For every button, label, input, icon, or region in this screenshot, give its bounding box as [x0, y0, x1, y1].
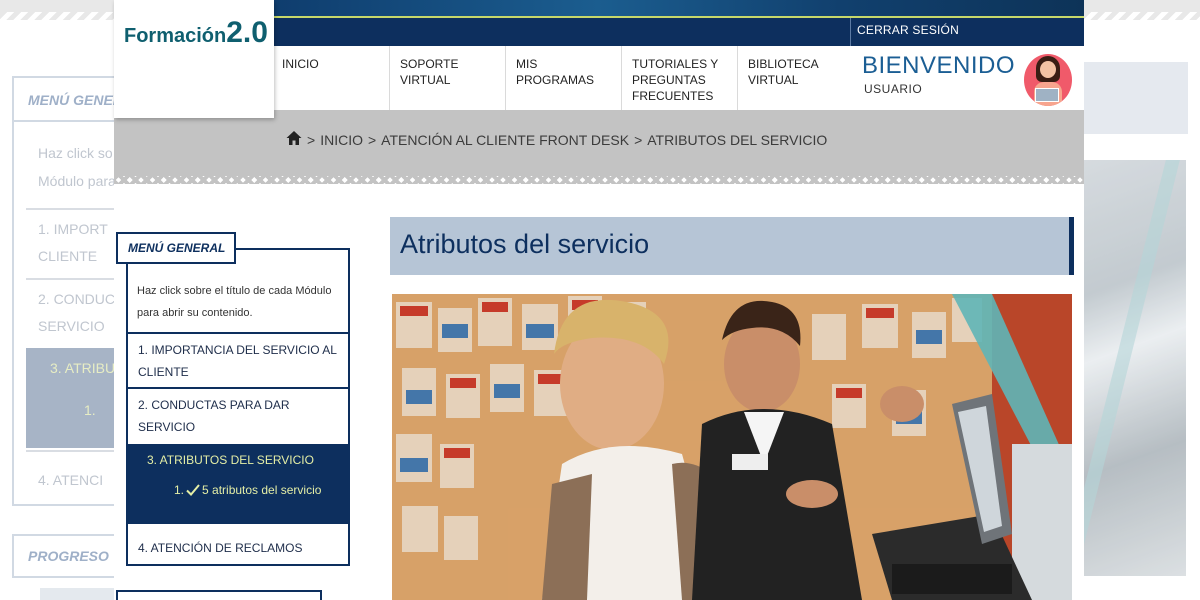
user-name: USUARIO [864, 82, 923, 96]
breadcrumb-separator: > [634, 132, 643, 148]
avatar-laptop [1035, 88, 1059, 102]
logo-word: Formación [124, 25, 227, 47]
page-title: Atributos del servicio [400, 229, 650, 259]
menu-module-4[interactable]: 4. ATENCIÓN DE RECLAMOS [138, 537, 348, 559]
main-page: CERRAR SESIÓN Formación2.0 INICIO SOPORT… [114, 0, 1084, 600]
menu-module-2[interactable]: 2. CONDUCTAS PARA DAR SERVICIO [138, 394, 348, 438]
logo-text: Formación2.0 [124, 16, 268, 50]
breadcrumb-current: ATRIBUTOS DEL SERVICIO [647, 132, 828, 148]
welcome-title: BIENVENIDO [862, 52, 1016, 79]
ghost-active-sub: 1. [84, 402, 96, 418]
ghost-progress-title: PROGRESO [12, 534, 114, 578]
menu-module-3[interactable]: 3. ATRIBUTOS DEL SERVICIO [147, 450, 314, 470]
ghost-separator [26, 278, 114, 280]
ghost-active-label: 3. ATRIBU [50, 360, 114, 376]
user-bar: CERRAR SESIÓN [274, 18, 1084, 46]
breadcrumb-separator: > [367, 132, 377, 148]
menu-separator [126, 522, 350, 524]
ghost-menu-title: MENÚ GENERAL [12, 76, 114, 122]
menu-submodule-1[interactable]: 1. 5 atributos del servicio [174, 483, 321, 497]
breadcrumb-zigzag [114, 176, 1084, 184]
ghost-help-line: Módulo para [38, 173, 114, 189]
ghost-photo [1084, 160, 1186, 576]
breadcrumb-front-desk[interactable]: ATENCIÓN AL CLIENTE FRONT DESK [381, 132, 629, 148]
avatar-face [1040, 61, 1056, 78]
nav-item-inicio[interactable]: INICIO [274, 46, 390, 110]
menu-title: MENÚ GENERAL [116, 232, 236, 264]
ghost-menu-item: 1. IMPORT [38, 221, 108, 237]
background-ghost-right [1084, 0, 1200, 600]
logo-version: 2.0 [226, 16, 268, 49]
breadcrumb-inicio[interactable]: INICIO [320, 132, 363, 148]
header-banner [274, 0, 1084, 18]
service-photo-illustration [392, 294, 1072, 600]
submodule-label: 5 atributos del servicio [202, 483, 322, 497]
logout-link[interactable]: CERRAR SESIÓN [850, 18, 1084, 46]
service-photo [392, 294, 1072, 600]
ghost-menu-item: CLIENTE [38, 248, 98, 264]
main-nav: INICIO SOPORTE VIRTUAL MIS PROGRAMAS TUT… [274, 46, 854, 110]
ghost-zigzag-border [1084, 0, 1200, 22]
menu-help-text: Haz click sobre el título de cada Módulo… [137, 285, 332, 319]
background-ghost-left: MENÚ GENERAL Haz click so Módulo para 1.… [0, 0, 114, 600]
ghost-help-line: Haz click so [38, 145, 113, 161]
menu-separator [126, 332, 350, 334]
breadcrumb: > INICIO > ATENCIÓN AL CLIENTE FRONT DES… [286, 130, 828, 148]
nav-item-biblioteca-virtual[interactable]: BIBLIOTECA VIRTUAL [738, 46, 854, 110]
ghost-title-bar [1084, 62, 1188, 134]
ghost-zigzag-border [0, 0, 114, 22]
nav-item-mis-programas[interactable]: MIS PROGRAMAS [506, 46, 622, 110]
user-avatar-icon[interactable] [1024, 54, 1072, 106]
ghost-progress-bar [40, 588, 114, 600]
check-icon [186, 484, 200, 496]
nav-item-soporte-virtual[interactable]: SOPORTE VIRTUAL [390, 46, 506, 110]
progress-panel-tab [116, 590, 322, 600]
ghost-menu-item: 4. ATENCI [38, 472, 104, 488]
welcome-panel: BIENVENIDO USUARIO [852, 46, 1084, 110]
ghost-separator [26, 450, 114, 452]
menu-separator [126, 387, 350, 389]
logo[interactable]: Formación2.0 [114, 0, 274, 118]
home-icon[interactable] [286, 130, 302, 146]
ghost-menu-item: 2. CONDUC [38, 291, 114, 307]
ghost-menu-item: SERVICIO [38, 318, 105, 334]
submodule-number: 1. [174, 483, 185, 497]
content-title-bar: Atributos del servicio [390, 217, 1074, 275]
nav-item-tutoriales[interactable]: TUTORIALES Y PREGUNTAS FRECUENTES [622, 46, 738, 110]
breadcrumb-separator: > [307, 132, 316, 148]
ghost-separator [26, 208, 114, 210]
menu-module-1[interactable]: 1. IMPORTANCIA DEL SERVICIO AL CLIENTE [138, 339, 348, 383]
